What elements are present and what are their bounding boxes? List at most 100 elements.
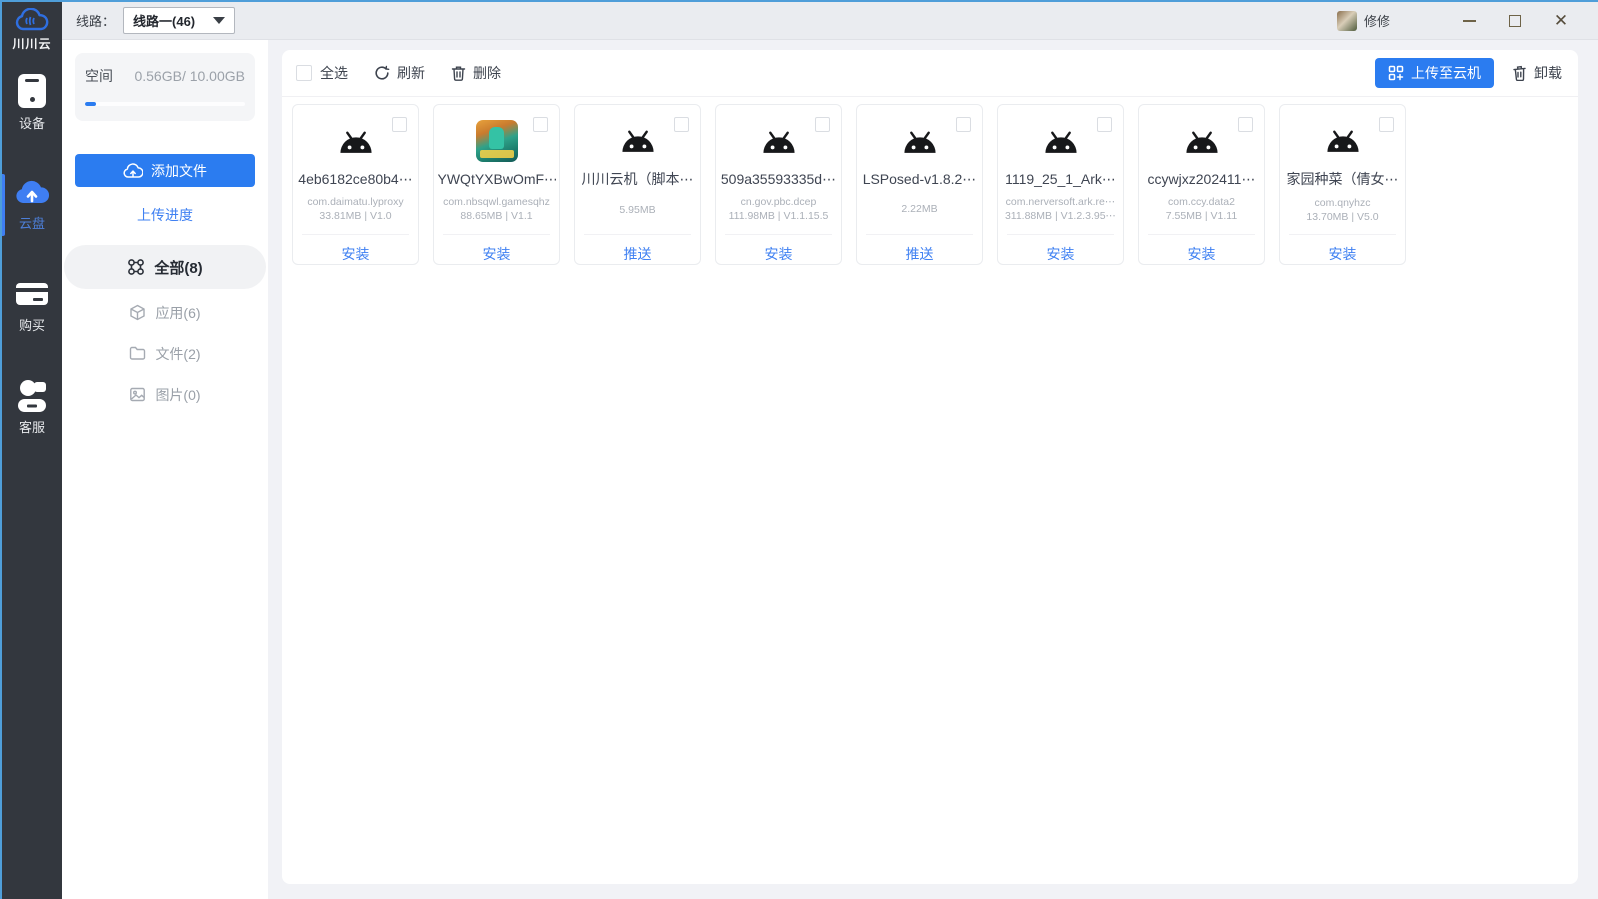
file-action-button[interactable]: 安装 [1188,244,1216,264]
file-package: com.ccy.data2 [1168,196,1235,208]
space-progress-fill [85,102,96,106]
file-package: com.nbsqwl.gamesqhz [443,196,550,208]
file-card[interactable]: YWQtYXBwOmF⋯ com.nbsqwl.gamesqhz 88.65MB… [433,104,560,265]
card-divider [302,234,409,235]
file-card[interactable]: 家园种菜（倩女⋯ com.qnyhzc 13.70MB | V5.0 安装 [1279,104,1406,265]
filter-files[interactable]: 文件(2) [62,333,268,374]
upload-progress-link[interactable]: 上传进度 [62,205,268,225]
upload-to-cloud-button[interactable]: 上传至云机 [1375,58,1494,88]
refresh-icon [374,65,390,81]
main-area: 全选 刷新 删除 [268,40,1598,899]
sidebar-item-buy[interactable]: 购买 [2,270,62,342]
sidebar-item-label: 云盘 [19,213,45,232]
space-progress-track [85,102,245,106]
file-name: 川川云机（脚本⋯ [582,169,694,188]
file-checkbox[interactable] [392,117,407,132]
file-name: LSPosed-v1.8.2⋯ [863,171,977,188]
select-all-label[interactable]: 全选 [320,63,348,83]
file-card[interactable]: 4eb6182ce80b4⋯ com.daimatu.lyproxy 33.81… [292,104,419,265]
left-panel: 空间 0.56GB/ 10.00GB 添加文件 [62,40,268,899]
file-name: 509a35593335d⋯ [721,171,836,188]
card-divider [1007,234,1114,235]
file-checkbox[interactable] [1238,117,1253,132]
sidebar-item-label: 设备 [19,113,45,132]
file-name: 1119_25_1_Ark⋯ [1005,171,1116,188]
delete-button[interactable]: 删除 [451,63,501,83]
file-size-version: 33.81MB | V1.0 [319,210,391,222]
sidebar-item-customer-service[interactable]: 客服 [2,372,62,444]
file-package: com.daimatu.lyproxy [307,196,403,208]
card-divider [1289,234,1396,235]
file-checkbox[interactable] [533,117,548,132]
card-divider [725,234,832,235]
android-icon [1039,126,1083,156]
file-manager-panel: 全选 刷新 删除 [282,50,1578,884]
file-size-version: 111.98MB | V1.1.15.5 [729,210,829,222]
filter-list: 全部(8) 应用(6) 文件(2) [62,245,268,415]
android-icon [898,126,942,156]
trash-icon [451,65,466,81]
space-label: 空间 [85,66,113,86]
uninstall-label: 卸载 [1534,63,1562,83]
file-size-version: 7.55MB | V1.11 [1166,210,1237,222]
game-app-icon [476,120,518,162]
file-action-button[interactable]: 安装 [342,244,370,264]
filter-images[interactable]: 图片(0) [62,374,268,415]
minimize-button[interactable] [1446,6,1492,36]
refresh-button[interactable]: 刷新 [374,63,425,83]
file-action-button[interactable]: 安装 [1047,244,1075,264]
logo-text: 川川云 [12,35,51,52]
filter-all[interactable]: 全部(8) [64,245,266,289]
sidebar-item-device[interactable]: 设备 [2,66,62,140]
select-all-checkbox[interactable] [296,65,312,81]
customer-service-icon [18,380,46,412]
toolbar: 全选 刷新 删除 [282,50,1578,97]
maximize-icon [1509,15,1521,27]
filter-label: 应用(6) [155,303,200,323]
file-action-button[interactable]: 推送 [624,244,652,264]
android-icon [334,126,378,156]
file-checkbox[interactable] [956,117,971,132]
file-checkbox[interactable] [815,117,830,132]
titlebar: 线路： 线路一(46) 修修 ✕ [62,2,1598,40]
sidebar-item-cloud-disk[interactable]: 云盘 [2,170,62,240]
add-file-button[interactable]: 添加文件 [75,154,255,187]
file-name: 家园种菜（倩女⋯ [1287,169,1399,188]
file-size-version: 13.70MB | V5.0 [1306,211,1378,223]
sidebar: 川川云 设备 云盘 购买 客服 [2,2,62,899]
file-card[interactable]: 509a35593335d⋯ cn.gov.pbc.dcep 111.98MB … [715,104,842,265]
line-select-dropdown[interactable]: 线路一(46) [123,7,235,34]
file-package: com.nerversoft.ark.re⋯ [1006,196,1116,208]
uninstall-button[interactable]: 卸载 [1512,63,1562,83]
cube-icon [129,304,146,321]
file-checkbox[interactable] [674,117,689,132]
file-card[interactable]: ccywjxz202411⋯ com.ccy.data2 7.55MB | V1… [1138,104,1265,265]
line-label: 线路： [76,11,115,30]
filter-apps[interactable]: 应用(6) [62,292,268,333]
folder-icon [129,345,146,362]
file-action-button[interactable]: 推送 [906,244,934,264]
card-divider [584,234,691,235]
file-size-version: 88.65MB | V1.1 [460,210,532,222]
cloud-logo-icon [15,8,49,34]
file-card[interactable]: LSPosed-v1.8.2⋯ 2.22MB 推送 [856,104,983,265]
filter-label: 全部(8) [154,257,202,278]
file-card[interactable]: 川川云机（脚本⋯ 5.95MB 推送 [574,104,701,265]
app-logo: 川川云 [12,8,51,52]
file-name: ccywjxz202411⋯ [1148,171,1256,188]
card-divider [443,234,550,235]
close-button[interactable]: ✕ [1538,6,1584,36]
file-action-button[interactable]: 安装 [1329,244,1357,264]
file-card[interactable]: 1119_25_1_Ark⋯ com.nerversoft.ark.re⋯ 31… [997,104,1124,265]
grid-plus-icon [1388,65,1404,81]
maximize-button[interactable] [1492,6,1538,36]
file-action-button[interactable]: 安装 [765,244,793,264]
file-name: YWQtYXBwOmF⋯ [438,171,556,188]
storage-space-box: 空间 0.56GB/ 10.00GB [75,53,255,121]
file-action-button[interactable]: 安装 [483,244,511,264]
android-icon [1321,125,1365,155]
file-grid: 4eb6182ce80b4⋯ com.daimatu.lyproxy 33.81… [282,97,1578,272]
file-checkbox[interactable] [1097,117,1112,132]
file-checkbox[interactable] [1379,117,1394,132]
user-avatar[interactable] [1337,11,1357,31]
